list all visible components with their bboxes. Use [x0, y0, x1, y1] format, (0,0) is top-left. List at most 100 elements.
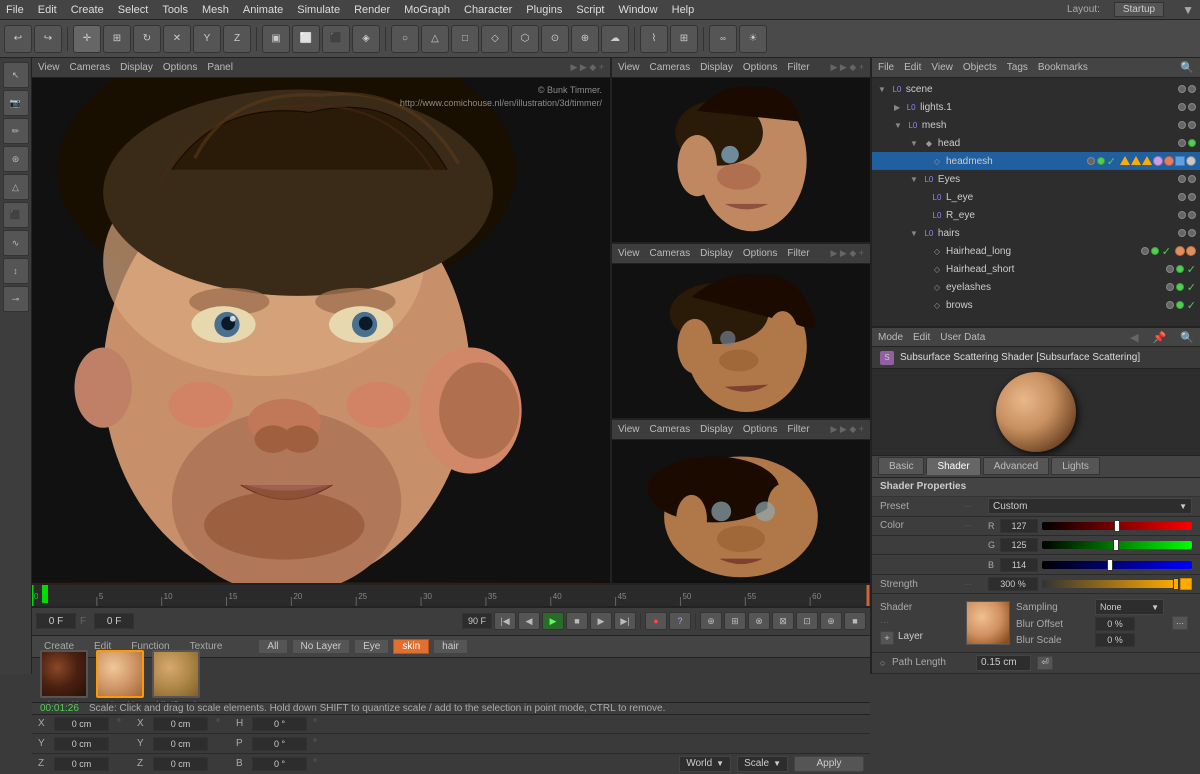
- tree-leye[interactable]: L0 L_eye: [872, 188, 1200, 206]
- arrow-lights[interactable]: ▶: [894, 103, 900, 112]
- z2-input[interactable]: 0 cm: [153, 757, 208, 771]
- layout-preset[interactable]: Startup: [1114, 2, 1164, 17]
- vp-tr-filter[interactable]: Filter: [787, 62, 809, 73]
- tool-pointer[interactable]: ↖: [3, 62, 29, 88]
- vp-br-filter[interactable]: Filter: [787, 424, 809, 435]
- arrow-head[interactable]: ▼: [910, 139, 918, 148]
- tool-rotate[interactable]: ↻: [133, 25, 161, 53]
- tree-hairs[interactable]: ▼ L0 hairs: [872, 224, 1200, 242]
- tree-brows[interactable]: ◇ brows ✓: [872, 296, 1200, 314]
- tool-undo[interactable]: ↩: [4, 25, 32, 53]
- dot-eyes-2[interactable]: [1188, 175, 1196, 183]
- obj-edit[interactable]: Edit: [904, 62, 921, 73]
- tag-sphere-2[interactable]: [1164, 156, 1174, 166]
- x-input[interactable]: 0 cm: [54, 717, 109, 731]
- vp-mr-display[interactable]: Display: [700, 248, 733, 259]
- menu-create[interactable]: Create: [71, 4, 104, 16]
- menu-select[interactable]: Select: [118, 4, 149, 16]
- sampling-dropdown[interactable]: None▼: [1095, 599, 1164, 615]
- attr-g-input[interactable]: [1000, 538, 1038, 552]
- dot-mesh-2[interactable]: [1188, 121, 1196, 129]
- btn-key3[interactable]: ⊗: [748, 612, 770, 630]
- filter-all[interactable]: All: [258, 639, 287, 654]
- arrow-scene[interactable]: ▼: [878, 85, 886, 94]
- dot-hairlong-2[interactable]: [1151, 247, 1159, 255]
- dot-headmesh-2[interactable]: [1097, 157, 1105, 165]
- attr-preset-dropdown[interactable]: Custom ▼: [988, 498, 1192, 514]
- obj-search[interactable]: 🔍: [1180, 61, 1194, 74]
- tree-mesh[interactable]: ▼ L0 mesh: [872, 116, 1200, 134]
- menu-script[interactable]: Script: [576, 4, 604, 16]
- vp-mr-filter[interactable]: Filter: [787, 248, 809, 259]
- tool-brush[interactable]: ⊛: [3, 146, 29, 172]
- vp-br-display[interactable]: Display: [700, 424, 733, 435]
- btn-record[interactable]: ●: [645, 612, 667, 630]
- vp-tr-cameras[interactable]: Cameras: [650, 62, 691, 73]
- color-r-bar[interactable]: [1042, 522, 1192, 530]
- viewport-bottom-right[interactable]: View Cameras Display Options Filter ▶ ▶ …: [612, 420, 870, 583]
- btn-key2[interactable]: ⊞: [724, 612, 746, 630]
- menu-render[interactable]: Render: [354, 4, 390, 16]
- blur-scale-val[interactable]: 0 %: [1095, 633, 1135, 647]
- tool-deform2[interactable]: ⊞: [670, 25, 698, 53]
- tree-headmesh[interactable]: ◇ headmesh ✓: [872, 152, 1200, 170]
- attr-r-input[interactable]: [1000, 519, 1038, 533]
- btn-next[interactable]: ▶: [590, 612, 612, 630]
- vp-options[interactable]: Options: [163, 62, 197, 73]
- vp-cameras[interactable]: Cameras: [70, 62, 111, 73]
- attr-tab-advanced[interactable]: Advanced: [983, 457, 1049, 475]
- arrow-mesh[interactable]: ▼: [894, 121, 902, 130]
- obj-tags[interactable]: Tags: [1007, 62, 1028, 73]
- vp-view[interactable]: View: [38, 62, 60, 73]
- btn-prev[interactable]: ◀: [518, 612, 540, 630]
- menu-help[interactable]: Help: [672, 4, 695, 16]
- timeline-playhead[interactable]: [42, 585, 48, 603]
- btn-anim[interactable]: ■: [844, 612, 866, 630]
- color-b-bar[interactable]: [1042, 561, 1192, 569]
- attr-tab-lights[interactable]: Lights: [1051, 457, 1100, 475]
- tool-cube[interactable]: ⬛: [3, 202, 29, 228]
- mat-item-pale-skin[interactable]: pale_skin: [96, 650, 144, 710]
- apply-button[interactable]: Apply: [794, 756, 864, 772]
- dot-leye-1[interactable]: [1178, 193, 1186, 201]
- strength-color-swatch[interactable]: [1180, 578, 1192, 590]
- vp-tr-display[interactable]: Display: [700, 62, 733, 73]
- tool-move[interactable]: ✛: [73, 25, 101, 53]
- attr-tab-shader[interactable]: Shader: [926, 457, 980, 475]
- dot-hairshort-1[interactable]: [1166, 265, 1174, 273]
- vp-display[interactable]: Display: [120, 62, 153, 73]
- tag-tri-1[interactable]: [1120, 156, 1130, 165]
- menu-window[interactable]: Window: [619, 4, 658, 16]
- vp-mr-options[interactable]: Options: [743, 248, 777, 259]
- tool-spline[interactable]: ∿: [3, 230, 29, 256]
- attr-edit[interactable]: Edit: [913, 332, 930, 343]
- menu-tools[interactable]: Tools: [162, 4, 188, 16]
- obj-view[interactable]: View: [931, 62, 953, 73]
- dot-reye-2[interactable]: [1188, 211, 1196, 219]
- tool-loop[interactable]: ∞: [709, 25, 737, 53]
- z-input[interactable]: 0 cm: [54, 757, 109, 771]
- tool-obj7[interactable]: ⊕: [571, 25, 599, 53]
- shader-swatch[interactable]: [966, 601, 1010, 645]
- tree-lights[interactable]: ▶ L0 lights.1: [872, 98, 1200, 116]
- layout-arrow[interactable]: ▼: [1182, 3, 1194, 17]
- vp-br-cameras[interactable]: Cameras: [650, 424, 691, 435]
- filter-nolayer[interactable]: No Layer: [292, 639, 351, 654]
- arrow-eyes[interactable]: ▼: [910, 175, 918, 184]
- vp-tr-options[interactable]: Options: [743, 62, 777, 73]
- dot-reye-1[interactable]: [1178, 211, 1186, 219]
- dot-hairlong-1[interactable]: [1141, 247, 1149, 255]
- btn-key1[interactable]: ⊕: [700, 612, 722, 630]
- vp-br-view[interactable]: View: [618, 424, 640, 435]
- tag-sphere-1[interactable]: [1153, 156, 1163, 166]
- btn-key5[interactable]: ⊡: [796, 612, 818, 630]
- dot-mesh-1[interactable]: [1178, 121, 1186, 129]
- tool-select2[interactable]: Y: [193, 25, 221, 53]
- dot-head-2[interactable]: [1188, 139, 1196, 147]
- dot-lights-2[interactable]: [1188, 103, 1196, 111]
- vp-mr-cameras[interactable]: Cameras: [650, 248, 691, 259]
- y-input[interactable]: 0 cm: [54, 737, 109, 751]
- h-input[interactable]: 0 °: [252, 717, 307, 731]
- current-frame-input[interactable]: [36, 613, 76, 629]
- btn-stop[interactable]: ■: [566, 612, 588, 630]
